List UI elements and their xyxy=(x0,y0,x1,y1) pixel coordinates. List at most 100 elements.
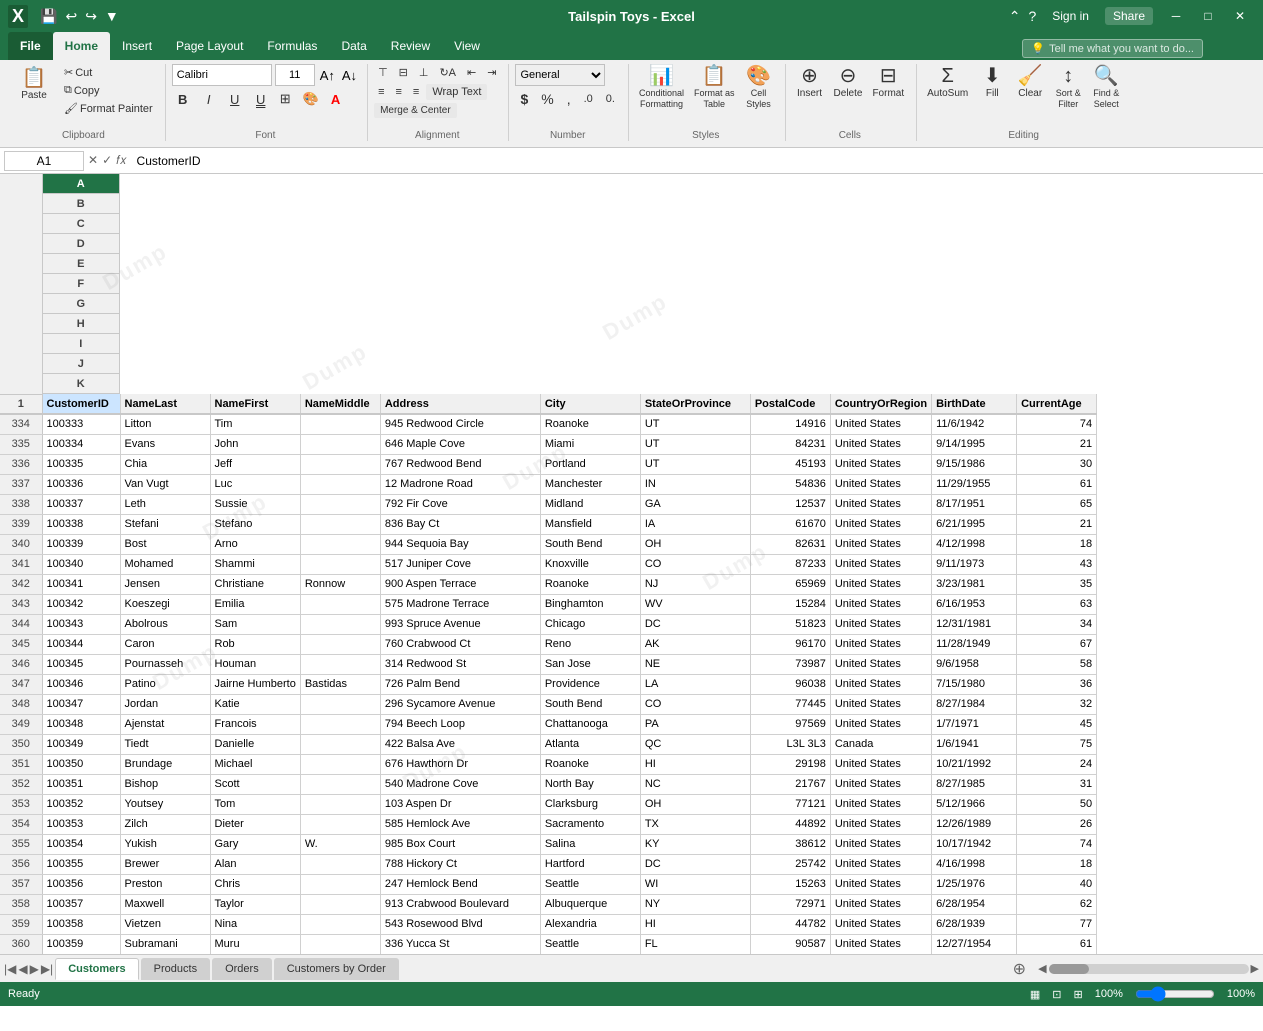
col-header-E[interactable]: E xyxy=(43,254,121,274)
cell[interactable]: United States xyxy=(830,914,931,934)
cell[interactable]: HI xyxy=(640,754,750,774)
cell[interactable]: 100353 xyxy=(42,814,120,834)
format-button[interactable]: ⊟ Format xyxy=(868,64,908,102)
cell[interactable]: 12/27/1954 xyxy=(932,934,1017,954)
cell[interactable]: 90587 xyxy=(750,934,830,954)
cell[interactable]: 100343 xyxy=(42,614,120,634)
align-bottom-button[interactable]: ⊥ xyxy=(415,64,433,81)
cell[interactable]: Ajenstat xyxy=(120,714,210,734)
cell[interactable]: Koeszegi xyxy=(120,594,210,614)
cell[interactable]: Brewer xyxy=(120,854,210,874)
cell[interactable]: Shammi xyxy=(210,554,300,574)
cell[interactable]: Muru xyxy=(210,934,300,954)
number-format-select[interactable]: General Number Currency Date Text xyxy=(515,64,605,86)
cell[interactable]: 18 xyxy=(1017,534,1097,554)
cell[interactable]: South Bend xyxy=(540,694,640,714)
sheet-tab-orders[interactable]: Orders xyxy=(212,958,272,980)
cell[interactable]: 4/12/1998 xyxy=(932,534,1017,554)
cell[interactable]: 15263 xyxy=(750,874,830,894)
cell[interactable]: DC xyxy=(640,614,750,634)
font-color-button[interactable]: A xyxy=(327,90,344,109)
cell[interactable]: Jeff xyxy=(210,454,300,474)
cell[interactable]: UT xyxy=(640,414,750,434)
cell[interactable]: 100342 xyxy=(42,594,120,614)
insert-button[interactable]: ⊕ Insert xyxy=(792,64,828,102)
cell[interactable]: Stefani xyxy=(120,514,210,534)
scroll-left-icon[interactable]: ◀ xyxy=(1038,962,1046,975)
cell[interactable]: 676 Hawthorn Dr xyxy=(380,754,540,774)
cell[interactable]: United States xyxy=(830,894,931,914)
cell[interactable] xyxy=(300,454,380,474)
cell[interactable]: OH xyxy=(640,794,750,814)
cell[interactable]: 100333 xyxy=(42,414,120,434)
cell[interactable]: 75 xyxy=(1017,734,1097,754)
cell[interactable]: 31 xyxy=(1017,774,1097,794)
cell[interactable]: 945 Redwood Circle xyxy=(380,414,540,434)
cell[interactable]: 836 Bay Ct xyxy=(380,514,540,534)
cell[interactable]: Pournasseh xyxy=(120,654,210,674)
cell[interactable]: 15284 xyxy=(750,594,830,614)
save-icon[interactable]: 💾 xyxy=(38,6,59,27)
fill-color-button[interactable]: 🎨 xyxy=(299,89,323,109)
cell[interactable]: United States xyxy=(830,774,931,794)
tab-page-layout[interactable]: Page Layout xyxy=(164,32,255,60)
text-direction-button[interactable]: ↻A xyxy=(435,64,460,81)
header-cell-D1[interactable]: NameMiddle xyxy=(300,394,380,414)
cell[interactable]: Mansfield xyxy=(540,514,640,534)
header-cell-F1[interactable]: City xyxy=(540,394,640,414)
cell[interactable]: 517 Juniper Cove xyxy=(380,554,540,574)
cell[interactable]: 726 Palm Bend xyxy=(380,674,540,694)
cell[interactable] xyxy=(300,694,380,714)
font-shrink-button[interactable]: A↓ xyxy=(340,66,359,85)
cell[interactable]: 100351 xyxy=(42,774,120,794)
cell[interactable]: 6/28/1939 xyxy=(932,914,1017,934)
cell[interactable]: 29198 xyxy=(750,754,830,774)
cell[interactable]: Evans xyxy=(120,434,210,454)
cell[interactable]: United States xyxy=(830,474,931,494)
cell[interactable]: Bost xyxy=(120,534,210,554)
align-right-button[interactable]: ≡ xyxy=(409,84,423,100)
cell[interactable]: 43 xyxy=(1017,554,1097,574)
increase-decimal-button[interactable]: .0 xyxy=(579,91,598,107)
first-sheet-icon[interactable]: |◀ xyxy=(4,962,16,976)
cell[interactable]: L3L 3L3 xyxy=(750,734,830,754)
cell[interactable]: Salina xyxy=(540,834,640,854)
cell[interactable]: OH xyxy=(640,534,750,554)
cell[interactable]: 794 Beech Loop xyxy=(380,714,540,734)
cell[interactable]: Gary xyxy=(210,834,300,854)
cell[interactable] xyxy=(300,794,380,814)
help-icon[interactable]: ? xyxy=(1028,8,1036,24)
cell[interactable]: 100335 xyxy=(42,454,120,474)
borders-button[interactable]: ⊞ xyxy=(276,89,295,109)
cell[interactable]: 336 Yucca St xyxy=(380,934,540,954)
cell[interactable]: United States xyxy=(830,494,931,514)
cell[interactable]: 36 xyxy=(1017,674,1097,694)
cell[interactable]: WV xyxy=(640,594,750,614)
cell[interactable] xyxy=(300,614,380,634)
cell[interactable]: 9/15/1986 xyxy=(932,454,1017,474)
cell[interactable]: 73987 xyxy=(750,654,830,674)
cell[interactable]: 767 Redwood Bend xyxy=(380,454,540,474)
cell[interactable]: CO xyxy=(640,694,750,714)
cell[interactable]: 21 xyxy=(1017,434,1097,454)
cell[interactable]: 1/6/1941 xyxy=(932,734,1017,754)
cell[interactable]: 993 Spruce Avenue xyxy=(380,614,540,634)
signin-button[interactable]: Sign in xyxy=(1052,9,1089,23)
cell[interactable]: 100340 xyxy=(42,554,120,574)
confirm-formula-icon[interactable]: ✓ xyxy=(102,153,112,168)
cell[interactable]: Portland xyxy=(540,454,640,474)
merge-center-button[interactable]: Merge & Center xyxy=(374,103,457,118)
cell[interactable]: United States xyxy=(830,754,931,774)
zoom-slider[interactable] xyxy=(1135,986,1215,1002)
cell[interactable]: 12/26/1989 xyxy=(932,814,1017,834)
cell[interactable]: 5/12/1966 xyxy=(932,794,1017,814)
cell[interactable]: Miami xyxy=(540,434,640,454)
cell[interactable]: 760 Crabwood Ct xyxy=(380,634,540,654)
tab-insert[interactable]: Insert xyxy=(110,32,164,60)
cell[interactable]: 26 xyxy=(1017,814,1097,834)
delete-button[interactable]: ⊖ Delete xyxy=(830,64,867,102)
cell[interactable]: United States xyxy=(830,574,931,594)
share-button[interactable]: Share xyxy=(1105,7,1153,25)
cell[interactable]: Alexandria xyxy=(540,914,640,934)
cell[interactable]: Ronnow xyxy=(300,574,380,594)
